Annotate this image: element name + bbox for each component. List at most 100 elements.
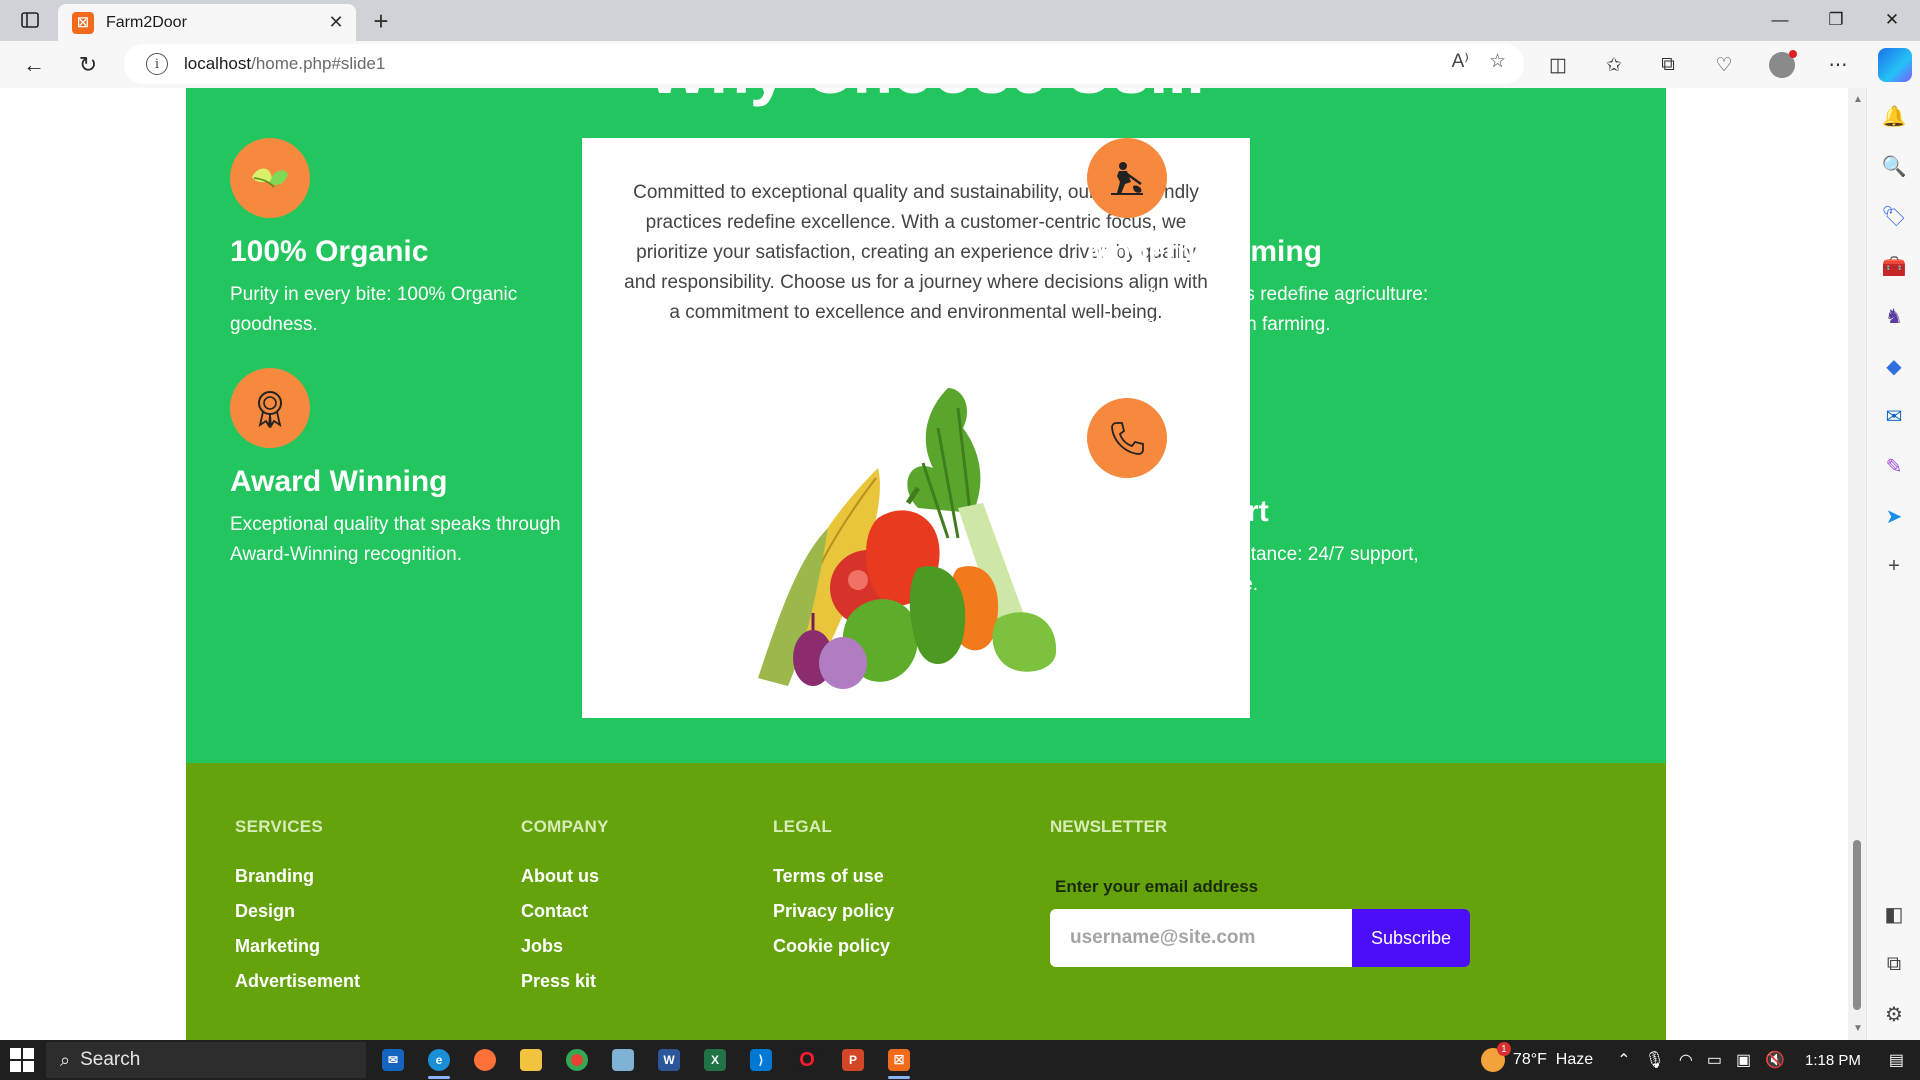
powerpoint-icon[interactable]: P <box>836 1044 870 1076</box>
footer-link-advertisement[interactable]: Advertisement <box>235 964 360 999</box>
browser-essentials-icon[interactable]: ♡ <box>1708 49 1740 81</box>
feature-text: Uninterrupted assistance: 24/7 support, … <box>1087 544 1419 595</box>
footer-link-cookie[interactable]: Cookie policy <box>773 929 894 964</box>
feature-text: Innovative practices redefine agricultur… <box>1087 284 1429 335</box>
email-input[interactable] <box>1050 909 1352 967</box>
designer-icon[interactable]: ✎ <box>1878 450 1910 482</box>
wifi-icon[interactable]: ◠ <box>1679 1050 1693 1070</box>
notifications-icon[interactable]: ▤ <box>1889 1050 1904 1070</box>
tab-actions-icon[interactable] <box>16 8 44 32</box>
send-icon[interactable]: ➤ <box>1878 500 1910 532</box>
url-path: /home.php#slide1 <box>251 54 386 73</box>
award-medal-icon <box>230 368 310 448</box>
xampp-icon[interactable]: ☒ <box>882 1044 916 1079</box>
scroll-up-icon[interactable]: ▲ <box>1853 94 1863 105</box>
search-label: Search <box>80 1049 141 1070</box>
feature-award: Award Winning Exceptional quality that s… <box>230 368 580 570</box>
word-icon[interactable]: W <box>652 1044 686 1076</box>
outlook-icon[interactable]: ✉ <box>1878 400 1910 432</box>
sidebar-toggle-icon[interactable]: ◧ <box>1878 898 1910 930</box>
search-icon: ⌕ <box>60 1049 71 1070</box>
farmer-icon <box>1087 138 1167 218</box>
copilot-icon[interactable] <box>1878 48 1912 82</box>
feature-organic: 100% Organic Purity in every bite: 100% … <box>230 138 580 340</box>
file-explorer-icon[interactable] <box>514 1044 548 1076</box>
windows-taskbar: ⌕ Search ✉ e W X ⟩ O P ☒ 1 78°F Haze ⌃ 🎙… <box>0 1040 1920 1080</box>
footer-link-terms[interactable]: Terms of use <box>773 859 894 894</box>
minimize-icon[interactable]: — <box>1752 0 1808 40</box>
microsoft-365-icon[interactable]: ◆ <box>1878 350 1910 382</box>
notifications-bell-icon[interactable]: 🔔 <box>1878 100 1910 132</box>
browser-tab-bar: ☒ Farm2Door ✕ + — ❐ ✕ <box>0 0 1920 41</box>
split-screen-icon[interactable]: ◫ <box>1542 49 1574 81</box>
weather-badge: 1 <box>1496 1042 1511 1056</box>
windows-start-icon[interactable] <box>10 1048 34 1072</box>
games-icon[interactable]: ♞ <box>1878 300 1910 332</box>
feature-title: Award Winning <box>230 465 448 498</box>
subscribe-button[interactable]: Subscribe <box>1352 909 1470 967</box>
email-label: Enter your email address <box>1055 877 1259 896</box>
clock[interactable]: 1:18 PM <box>1805 1052 1861 1069</box>
add-icon[interactable]: + <box>1878 550 1910 582</box>
weather-widget[interactable]: 1 78°F Haze <box>1480 1042 1594 1072</box>
edge-sidebar: 🔔 🔍 🏷 🧰 ♞ ◆ ✉ ✎ ➤ + ◧ ⧉ ⚙ <box>1866 88 1920 1040</box>
settings-gear-icon[interactable]: ⚙ <box>1878 998 1910 1030</box>
new-tab-button[interactable]: + <box>366 6 396 36</box>
read-aloud-icon[interactable]: A⁾ <box>1452 50 1469 73</box>
chrome-icon[interactable] <box>560 1044 594 1076</box>
scrollbar-thumb[interactable] <box>1853 840 1861 1010</box>
battery-icon[interactable]: ▭ <box>1707 1050 1722 1070</box>
back-icon[interactable]: ← <box>18 49 50 81</box>
site-info-icon[interactable]: i <box>146 53 168 75</box>
scroll-down-icon[interactable]: ▼ <box>1853 1023 1863 1034</box>
footer-link-about-us[interactable]: About us <box>521 859 609 894</box>
tray-chevron-icon[interactable]: ⌃ <box>1617 1050 1630 1070</box>
feature-title: 100% Organic <box>230 235 429 268</box>
browser-tab[interactable]: ☒ Farm2Door ✕ <box>58 4 356 41</box>
notepad-icon[interactable] <box>606 1044 640 1076</box>
footer-link-press-kit[interactable]: Press kit <box>521 964 609 999</box>
tab-title: Farm2Door <box>106 13 187 31</box>
system-tray: 1 78°F Haze ⌃ 🎙 ◠ ▭ ▣ 🔇 1:18 PM ▤ <box>1467 1040 1920 1080</box>
taskbar-search[interactable]: ⌕ Search <box>46 1042 366 1078</box>
weather-text: 78°F Haze <box>1512 1051 1594 1068</box>
close-tab-icon[interactable]: ✕ <box>322 9 350 37</box>
volume-muted-icon[interactable]: 🔇 <box>1765 1050 1785 1070</box>
microphone-icon[interactable]: 🎙 <box>1645 1050 1665 1070</box>
page-viewport: Why Choose Us... 100% Organic Purity in … <box>0 88 1848 1040</box>
close-window-icon[interactable]: ✕ <box>1864 0 1920 40</box>
excel-icon[interactable]: X <box>698 1044 732 1076</box>
favorite-star-icon[interactable]: ☆ <box>1489 50 1506 73</box>
footer-link-privacy[interactable]: Privacy policy <box>773 894 894 929</box>
opera-icon[interactable]: O <box>790 1044 824 1076</box>
edge-icon[interactable]: e <box>422 1044 456 1079</box>
mail-icon[interactable]: ✉ <box>376 1044 410 1076</box>
profile-avatar[interactable] <box>1766 49 1798 81</box>
display-icon[interactable]: ▣ <box>1736 1050 1751 1070</box>
firefox-icon[interactable] <box>468 1044 502 1076</box>
url-host: localhost <box>184 54 252 73</box>
feature-support: 24/7 Support Uninterrupted assistance: 2… <box>1087 398 1437 600</box>
weather-sun-icon: 1 <box>1480 1042 1511 1072</box>
footer-link-contact[interactable]: Contact <box>521 894 609 929</box>
open-external-icon[interactable]: ⧉ <box>1878 948 1910 980</box>
refresh-icon[interactable]: ↻ <box>72 49 104 81</box>
footer-link-design[interactable]: Design <box>235 894 360 929</box>
search-icon[interactable]: 🔍 <box>1878 150 1910 182</box>
footer-link-branding[interactable]: Branding <box>235 859 360 894</box>
collections-icon[interactable]: ⧉ <box>1652 49 1684 81</box>
footer-link-marketing[interactable]: Marketing <box>235 929 360 964</box>
address-bar[interactable]: i localhost/home.php#slide1 A⁾ ☆ <box>124 44 1524 84</box>
url-text[interactable]: localhost/home.php#slide1 <box>184 54 385 74</box>
footer-link-jobs[interactable]: Jobs <box>521 929 609 964</box>
shopping-tag-icon[interactable]: 🏷 <box>1878 200 1910 232</box>
more-menu-icon[interactable]: ⋯ <box>1822 49 1854 81</box>
tools-icon[interactable]: 🧰 <box>1878 250 1910 282</box>
browser-toolbar: ← ↻ i localhost/home.php#slide1 A⁾ ☆ ◫ ✩… <box>0 41 1920 88</box>
favorites-icon[interactable]: ✩ <box>1598 49 1630 81</box>
feature-title: 24/7 Support <box>1087 495 1269 528</box>
page-scrollbar[interactable]: ▲ ▼ <box>1848 88 1866 1040</box>
vscode-icon[interactable]: ⟩ <box>744 1044 778 1076</box>
feature-modern-farming: Modern Farming Innovative practices rede… <box>1087 138 1437 340</box>
restore-icon[interactable]: ❐ <box>1808 0 1864 40</box>
